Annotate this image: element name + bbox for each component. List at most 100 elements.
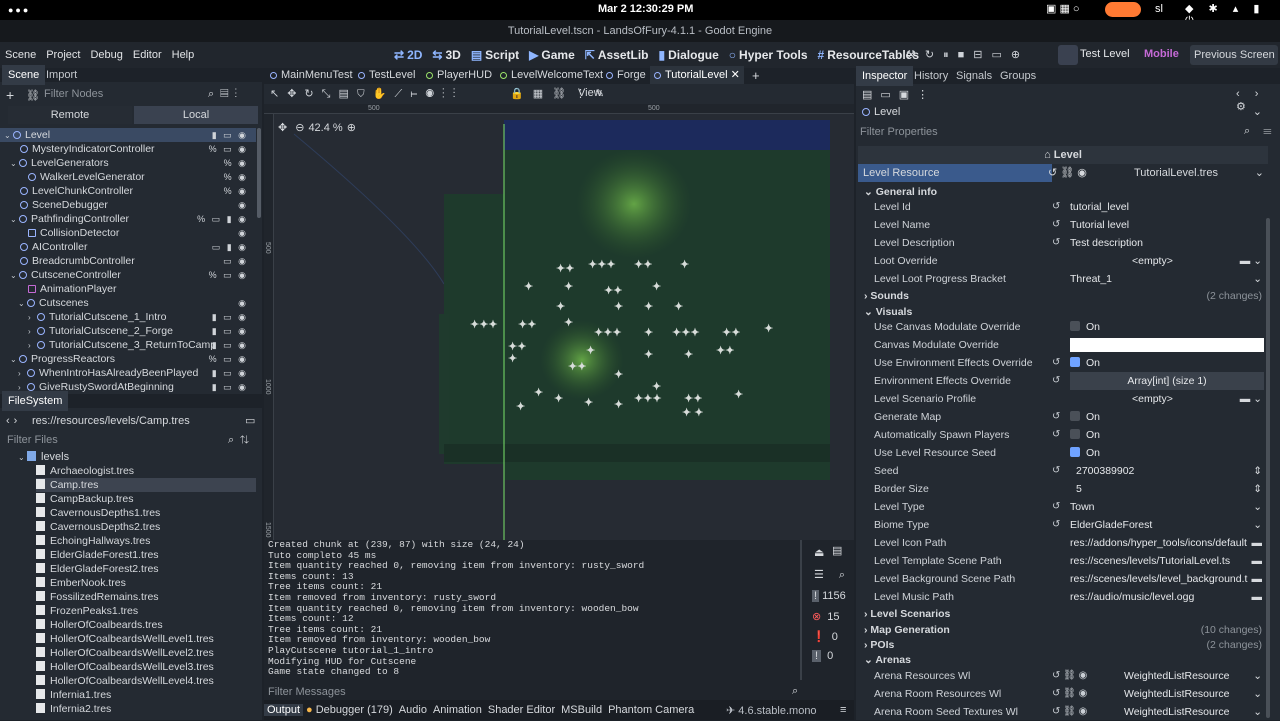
history-arrows-icon[interactable]: ‹› [6,415,21,427]
movie-maker-icon[interactable] [1058,45,1078,65]
menu-debug[interactable]: Debug [85,49,127,61]
inspector-node-path[interactable]: Level ⌄ [858,104,1268,120]
file-item[interactable]: HollerOfCoalbeardsWellLevel1.tres [36,632,214,646]
search-icon[interactable]: ⌕▤⋮ [208,88,243,101]
prop-env-effects[interactable]: Environment Effects Override ↺ Array[int] … [858,372,1270,390]
tab-history[interactable]: History [908,66,954,86]
clock[interactable]: Mar 2 12:30:29 PM [598,3,693,15]
file-item[interactable]: HollerOfCoalbeards.tres [36,618,163,632]
tree-node[interactable]: › TutorialCutscene_2_Forge ▮ ▭ ◉ [28,324,256,338]
prop-biome-type[interactable]: Biome Type ↺ ElderGladeForest ⌄ [858,516,1270,534]
log-count-errors[interactable]: ⊗ 15 [812,610,839,623]
workspace-dialogue[interactable]: ▮ Dialogue [659,48,719,62]
prop-level-type[interactable]: Level Type ↺ Town ⌄ [858,498,1270,516]
viewport-tools[interactable]: ↖✥↻⤡▤⛉✋⟋⊢◉⁝⋮ [270,87,463,101]
close-tab-icon[interactable]: ✕ [731,69,740,81]
remote-tab[interactable]: Remote [8,106,132,124]
tab-debugger[interactable]: ● Debugger (179) [303,704,396,716]
menu-help[interactable]: Help [167,49,200,61]
scene-tab[interactable]: Forge [606,69,646,81]
clear-output-icon[interactable]: ⏏ [814,546,824,559]
prop-arena-room-seed-textures[interactable]: Arena Room Seed Textures Wl ↺ ⛓ ◉ Weighted… [858,703,1270,721]
expand-panel-icon[interactable]: ≡ [840,704,846,716]
tree-node[interactable]: ⌄ Cutscenes ◉ [18,296,256,310]
prop-arena-resources[interactable]: Arena Resources Wl ↺ ⛓ ◉ WeightedListResou… [858,667,1270,685]
file-item[interactable]: EmberNook.tres [36,576,126,590]
folder-levels[interactable]: ⌄ levels [18,450,69,464]
file-item[interactable]: ElderGladeForest1.tres [36,548,159,562]
checkbox[interactable] [1070,411,1080,421]
workspace-3d[interactable]: ⇆ 3D [432,48,460,62]
output-scrollbar[interactable] [800,540,802,680]
tree-node[interactable]: AIController ▭ ▮ ◉ [20,240,256,254]
add-node-icon[interactable]: + [6,87,14,103]
chevron-down-icon[interactable]: ⌄ [1253,270,1262,288]
view-menu[interactable]: View [578,87,602,99]
tree-node[interactable]: WalkerLevelGenerator% ◉ [28,170,256,184]
tree-node[interactable]: AnimationPlayer [28,282,256,296]
prop-loot-override[interactable]: Loot Override <empty> ▬ ⌄ [858,252,1270,270]
inspector-toolbar-icons[interactable]: ▤▭▣⋮ [862,88,936,101]
prop-loot-bracket[interactable]: Level Loot Progress Bracket Threat_1 ⌄ [858,270,1270,288]
workspace-2d[interactable]: ⇄ 2D [394,48,422,62]
filter-nodes-input[interactable]: Filter Nodes [44,88,103,100]
tab-audio[interactable]: Audio [396,704,430,716]
tree-node[interactable]: MysteryIndicatorController% ▭ ◉ [20,142,256,156]
menu-editor[interactable]: Editor [128,49,167,61]
tree-node[interactable]: › TutorialCutscene_3_ReturnToCamp ▮ ▭ ◉ [28,338,256,352]
prop-generate-map[interactable]: Generate Map ↺ On [858,408,1270,426]
level-resource-row[interactable]: Level Resource ↺ ⛓ ◉ TutorialLevel.tres … [858,164,1268,182]
workspace-resource-tables[interactable]: # ResourceTables [818,48,920,62]
keyboard-layout[interactable]: sl [1155,3,1163,15]
prop-use-canvas-modulate[interactable]: Use Canvas Modulate Override On [858,318,1270,336]
workspace-hyper-tools[interactable]: ○ Hyper Tools [729,48,808,62]
section-sounds[interactable]: › Sounds (2 changes) [858,288,1270,304]
workspace-dots-icon[interactable]: ●●● [8,5,30,15]
folder-icon[interactable]: ▬ [1252,570,1263,588]
section-map-generation[interactable]: › Map Generation (10 changes) [858,622,1270,638]
prop-canvas-modulate[interactable]: Canvas Modulate Override [858,336,1270,354]
color-swatch[interactable] [1070,338,1264,352]
section-pois[interactable]: › POIs (2 changes) [858,637,1270,653]
prop-arena-room-resources[interactable]: Arena Room Resources Wl ↺ ⛓ ◉ WeightedList… [858,685,1270,703]
log-count-editor[interactable]: ! 0 [812,650,833,662]
filter-messages-input[interactable]: Filter Messages [268,686,346,698]
file-item[interactable]: Infernia1.tres [36,688,111,702]
tab-output[interactable]: Output [264,704,304,716]
scene-tab[interactable]: MainMenuTest [270,69,353,81]
properties-search-icon[interactable]: ⌕ ☰ [1244,125,1276,138]
tree-node[interactable]: ⌄ CutsceneController% ▭ ◉ [10,268,256,282]
recording-indicator[interactable] [1105,2,1141,17]
tab-animation[interactable]: Animation [430,704,485,716]
tab-phantom-camera[interactable]: Phantom Camera [605,704,697,716]
test-level-selector[interactable]: Test Level [1080,48,1130,60]
tree-node[interactable]: ⌄ ProgressReactors% ▭ ◉ [10,352,256,366]
tree-node[interactable]: ⌄ LevelGenerators% ◉ [10,156,256,170]
tab-scene[interactable]: Scene [2,65,46,85]
copy-icon[interactable]: ▤ [832,544,848,557]
file-search-icon[interactable]: ⌕⇅ [228,434,255,447]
prop-auto-spawn[interactable]: Automatically Spawn Players ↺ On [858,426,1270,444]
scene-tab[interactable]: TestLevel [358,69,415,81]
prop-level-id[interactable]: Level Id ↺ tutorial_level [858,198,1270,216]
file-item[interactable]: Camp.tres [36,478,256,492]
tab-msbuild[interactable]: MSBuild [558,704,605,716]
tree-node-level[interactable]: ⌄ Level ▮ ▭ ◉ [0,128,256,142]
checkbox[interactable] [1070,357,1080,367]
tab-signals[interactable]: Signals [950,66,998,86]
previous-screen-button[interactable]: Previous Screen [1190,45,1278,65]
scene-tab[interactable]: PlayerHUD [426,69,492,81]
folder-icon[interactable]: ▬ ⌄ [1240,252,1262,270]
tab-shader-editor[interactable]: Shader Editor [485,704,558,716]
scene-tab-active[interactable]: TutorialLevel ✕ [650,66,744,84]
file-item[interactable]: Archaeologist.tres [36,464,134,478]
filter-properties-input[interactable]: Filter Properties [860,126,938,138]
tree-node[interactable]: LevelChunkController% ◉ [20,184,256,198]
prop-border-size[interactable]: Border Size 5 ⇕ [858,480,1270,498]
filesystem-path[interactable]: res://resources/levels/Camp.tres [32,415,190,427]
folder-icon[interactable]: ▬ [1252,552,1263,570]
tab-inspector[interactable]: Inspector [856,66,914,86]
revert-icon[interactable]: ↺ ⛓ ◉ [1048,164,1087,182]
run-controls[interactable]: ⚒↻⏸■⊟▭⊕ [906,48,1029,62]
prop-level-icon-path[interactable]: Level Icon Path res://addons/hyper_tools/… [858,534,1270,552]
